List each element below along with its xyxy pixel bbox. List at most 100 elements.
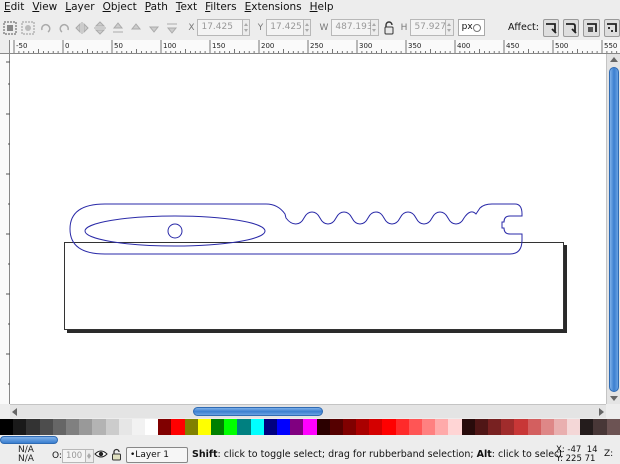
color-swatch[interactable] — [369, 419, 383, 435]
lower-icon[interactable] — [146, 19, 162, 37]
color-swatch[interactable] — [184, 419, 198, 435]
horizontal-scroll-thumb[interactable] — [193, 407, 323, 416]
color-swatch[interactable] — [316, 419, 330, 435]
opacity-input[interactable]: 100 — [61, 449, 86, 463]
menu-filters[interactable]: Filters — [201, 0, 240, 15]
current-layer-select[interactable]: •Layer 1 — [126, 447, 188, 463]
height-input[interactable]: 57.927 — [410, 19, 447, 36]
scale-stroke-toggle-icon[interactable] — [542, 18, 560, 37]
color-swatch[interactable] — [422, 419, 436, 435]
color-swatch[interactable] — [606, 419, 620, 435]
color-swatch[interactable] — [118, 419, 132, 435]
menu-extensions[interactable]: Extensions — [241, 0, 306, 15]
units-select[interactable]: px — [457, 19, 485, 36]
color-swatch[interactable] — [250, 419, 264, 435]
color-swatch[interactable] — [276, 419, 291, 435]
menu-view[interactable]: View — [28, 0, 61, 15]
color-swatch[interactable] — [408, 419, 422, 435]
color-swatch[interactable] — [501, 419, 515, 435]
palette-scroll-thumb[interactable] — [0, 436, 58, 444]
raise-to-top-icon[interactable] — [110, 19, 126, 37]
scroll-down-icon[interactable] — [610, 396, 618, 401]
scroll-left-icon[interactable] — [12, 408, 17, 416]
flip-horizontal-icon[interactable] — [74, 19, 90, 37]
color-swatch[interactable] — [540, 419, 554, 435]
vertical-scrollbar[interactable] — [606, 54, 620, 404]
y-spinner[interactable] — [304, 19, 312, 36]
color-swatch[interactable] — [79, 419, 93, 435]
select-all-icon[interactable] — [2, 19, 18, 37]
menu-layer[interactable]: Layer — [61, 0, 98, 15]
vertical-scroll-thumb[interactable] — [609, 67, 619, 392]
color-swatch[interactable] — [105, 419, 119, 435]
lock-icon[interactable] — [111, 448, 122, 464]
y-input[interactable]: 17.425 — [266, 19, 305, 36]
rotate-ccw-icon[interactable] — [56, 19, 72, 37]
width-spinner[interactable] — [371, 19, 379, 36]
lower-to-bottom-icon[interactable] — [164, 19, 180, 37]
menu-text[interactable]: Text — [172, 0, 201, 15]
color-swatch[interactable] — [158, 419, 172, 435]
transform-patterns-toggle-icon[interactable] — [603, 18, 620, 37]
rotate-cw-icon[interactable] — [38, 19, 54, 37]
color-swatch[interactable] — [395, 419, 409, 435]
select-all-layers-icon[interactable] — [20, 19, 36, 37]
color-swatch[interactable] — [65, 419, 80, 435]
color-swatch[interactable] — [52, 419, 66, 435]
opacity-spinner[interactable] — [85, 449, 94, 463]
color-swatch[interactable] — [474, 419, 488, 435]
color-swatch[interactable] — [580, 419, 594, 435]
menu-path[interactable]: Path — [141, 0, 172, 15]
color-swatch[interactable] — [527, 419, 541, 435]
color-swatch[interactable] — [92, 419, 106, 435]
horizontal-scrollbar[interactable] — [10, 404, 606, 418]
color-swatch[interactable] — [131, 419, 146, 435]
scroll-right-icon[interactable] — [599, 408, 604, 416]
color-swatch[interactable] — [461, 419, 475, 435]
comb-drawing[interactable] — [10, 54, 606, 404]
vertical-ruler[interactable] — [0, 54, 10, 404]
color-swatch[interactable] — [145, 419, 159, 435]
scroll-up-icon[interactable] — [610, 57, 618, 62]
scale-corners-toggle-icon[interactable] — [563, 18, 580, 37]
color-swatch[interactable] — [593, 419, 607, 435]
lock-proportions-icon[interactable] — [381, 19, 397, 37]
stroke-indicator[interactable]: N/A — [18, 455, 34, 464]
color-swatch[interactable] — [26, 419, 40, 435]
eye-icon[interactable] — [94, 448, 108, 463]
color-swatch[interactable] — [237, 419, 251, 435]
raise-icon[interactable] — [128, 19, 144, 37]
color-swatch[interactable] — [290, 419, 304, 435]
transform-gradients-toggle-icon[interactable] — [583, 18, 600, 37]
color-swatch[interactable] — [329, 419, 343, 435]
color-swatch[interactable] — [39, 419, 53, 435]
color-swatch[interactable] — [211, 419, 225, 435]
menu-help[interactable]: Help — [306, 0, 338, 15]
color-swatch[interactable] — [171, 419, 185, 435]
color-swatch[interactable] — [514, 419, 528, 435]
color-swatch[interactable] — [0, 419, 14, 435]
menu-edit[interactable]: Edit — [0, 0, 28, 15]
flip-vertical-icon[interactable] — [92, 19, 108, 37]
menu-object[interactable]: Object — [99, 0, 141, 15]
color-swatch[interactable] — [13, 419, 27, 435]
color-swatch[interactable] — [567, 419, 581, 435]
height-spinner[interactable] — [446, 19, 454, 36]
palette-scrollbar[interactable] — [0, 435, 620, 445]
color-swatch[interactable] — [197, 419, 211, 435]
color-swatch[interactable] — [303, 419, 317, 435]
color-swatch[interactable] — [448, 419, 462, 435]
color-swatch[interactable] — [342, 419, 357, 435]
color-swatch[interactable] — [382, 419, 396, 435]
color-swatch[interactable] — [435, 419, 449, 435]
color-swatch[interactable] — [487, 419, 502, 435]
color-swatch[interactable] — [356, 419, 370, 435]
color-swatch[interactable] — [553, 419, 568, 435]
drawing-canvas[interactable] — [10, 54, 606, 404]
width-input[interactable]: 487.193 — [331, 19, 373, 36]
color-swatch[interactable] — [263, 419, 277, 435]
x-spinner[interactable] — [242, 19, 250, 36]
horizontal-ruler[interactable]: -50 0 50 100 150 200 250 300 350 400 450 500 550 — [10, 40, 620, 54]
color-swatch[interactable] — [224, 419, 238, 435]
x-input[interactable]: 17.425 — [197, 19, 243, 36]
